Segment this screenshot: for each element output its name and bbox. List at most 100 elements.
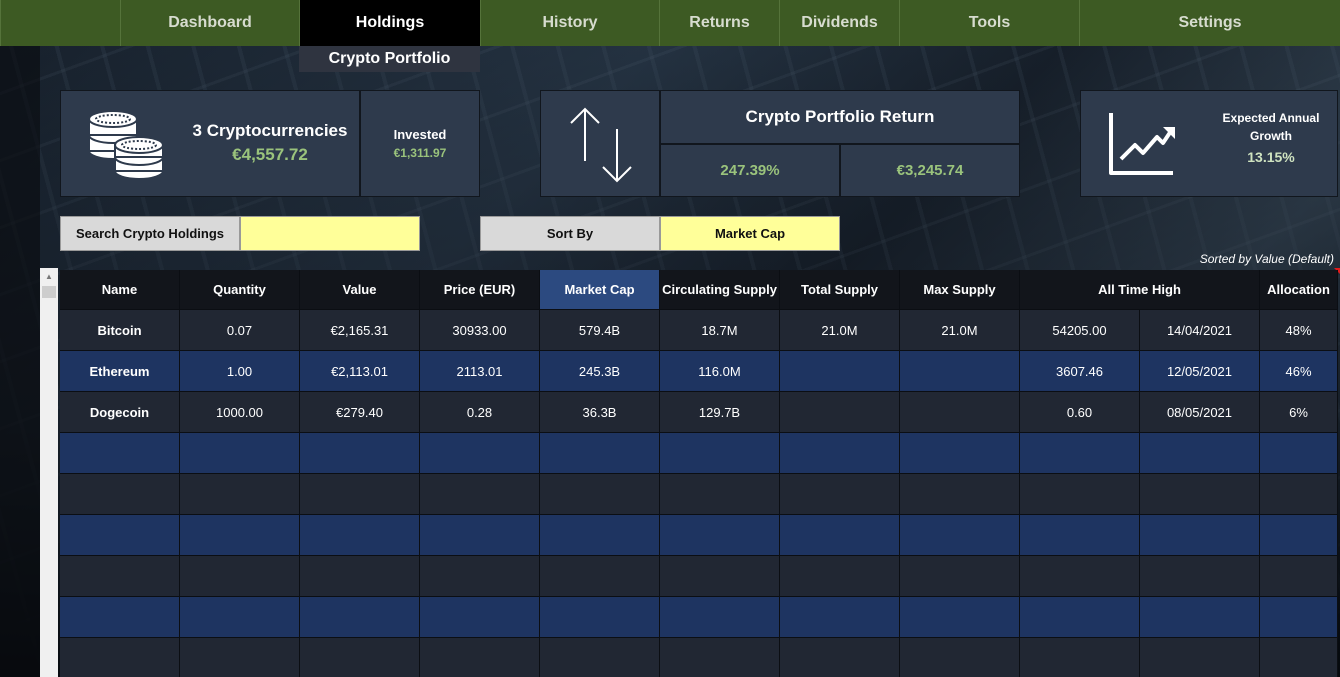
empty-cell[interactable]	[900, 515, 1020, 556]
tab-returns[interactable]: Returns	[659, 0, 779, 46]
empty-cell[interactable]	[780, 474, 900, 515]
scroll-thumb[interactable]	[42, 286, 56, 298]
empty-table-row[interactable]	[60, 638, 1338, 677]
empty-cell[interactable]	[540, 597, 660, 638]
empty-cell[interactable]	[780, 556, 900, 597]
empty-table-row[interactable]	[60, 556, 1338, 597]
empty-cell[interactable]	[540, 638, 660, 677]
empty-cell[interactable]	[660, 638, 780, 677]
empty-cell[interactable]	[1020, 597, 1140, 638]
sort-by-select[interactable]: Market Cap	[660, 216, 840, 251]
empty-cell[interactable]	[300, 515, 420, 556]
empty-cell[interactable]	[300, 474, 420, 515]
empty-cell[interactable]	[1260, 556, 1338, 597]
tab-settings[interactable]: Settings	[1079, 0, 1340, 46]
empty-cell[interactable]	[660, 433, 780, 474]
empty-cell[interactable]	[420, 638, 540, 677]
empty-cell[interactable]	[420, 433, 540, 474]
empty-cell[interactable]	[1260, 638, 1338, 677]
empty-cell[interactable]	[180, 556, 300, 597]
table-row[interactable]: Ethereum 1.00 €2,113.01 2113.01 245.3B 1…	[60, 351, 1338, 392]
empty-cell[interactable]	[1260, 433, 1338, 474]
col-price[interactable]: Price (EUR)	[420, 270, 540, 310]
empty-cell[interactable]	[900, 597, 1020, 638]
empty-cell[interactable]	[780, 638, 900, 677]
table-row[interactable]: Bitcoin 0.07 €2,165.31 30933.00 579.4B 1…	[60, 310, 1338, 351]
empty-cell[interactable]	[1260, 474, 1338, 515]
empty-cell[interactable]	[780, 597, 900, 638]
empty-table-row[interactable]	[60, 597, 1338, 638]
tab-holdings[interactable]: Holdings	[299, 0, 480, 46]
empty-cell[interactable]	[540, 556, 660, 597]
empty-cell[interactable]	[420, 597, 540, 638]
empty-cell[interactable]	[180, 515, 300, 556]
empty-cell[interactable]	[180, 433, 300, 474]
empty-cell[interactable]	[1260, 515, 1338, 556]
col-quantity[interactable]: Quantity	[180, 270, 300, 310]
empty-cell[interactable]	[780, 433, 900, 474]
empty-cell[interactable]	[420, 515, 540, 556]
col-all-time-high[interactable]: All Time High	[1020, 270, 1260, 310]
empty-table-row[interactable]	[60, 474, 1338, 515]
col-name[interactable]: Name	[60, 270, 180, 310]
empty-cell[interactable]	[900, 474, 1020, 515]
vertical-scrollbar[interactable]: ▲	[40, 268, 58, 677]
empty-cell[interactable]	[180, 474, 300, 515]
col-max-supply[interactable]: Max Supply	[900, 270, 1020, 310]
empty-cell[interactable]	[420, 474, 540, 515]
empty-cell[interactable]	[1260, 597, 1338, 638]
col-allocation[interactable]: Allocation	[1260, 270, 1338, 310]
tab-history[interactable]: History	[480, 0, 659, 46]
empty-cell[interactable]	[660, 597, 780, 638]
empty-table-row[interactable]	[60, 515, 1338, 556]
empty-cell[interactable]	[780, 515, 900, 556]
empty-cell[interactable]	[1020, 638, 1140, 677]
col-circulating-supply[interactable]: Circulating Supply	[660, 270, 780, 310]
empty-cell[interactable]	[60, 474, 180, 515]
empty-cell[interactable]	[1140, 433, 1260, 474]
empty-cell[interactable]	[60, 515, 180, 556]
empty-cell[interactable]	[540, 474, 660, 515]
subtab-crypto-portfolio[interactable]: Crypto Portfolio	[299, 46, 480, 72]
tab-dividends[interactable]: Dividends	[779, 0, 899, 46]
empty-cell[interactable]	[60, 556, 180, 597]
empty-cell[interactable]	[1020, 433, 1140, 474]
empty-cell[interactable]	[180, 597, 300, 638]
search-input[interactable]	[240, 216, 420, 251]
empty-cell[interactable]	[60, 433, 180, 474]
empty-cell[interactable]	[60, 597, 180, 638]
empty-cell[interactable]	[420, 556, 540, 597]
scroll-up-icon[interactable]: ▲	[40, 268, 58, 284]
empty-table-row[interactable]	[60, 433, 1338, 474]
empty-cell[interactable]	[660, 556, 780, 597]
empty-cell[interactable]	[660, 515, 780, 556]
sorted-note: Sorted by Value (Default)	[1199, 252, 1334, 266]
empty-cell[interactable]	[900, 556, 1020, 597]
empty-cell[interactable]	[60, 638, 180, 677]
empty-cell[interactable]	[540, 515, 660, 556]
empty-cell[interactable]	[1140, 556, 1260, 597]
empty-cell[interactable]	[900, 433, 1020, 474]
empty-cell[interactable]	[1020, 556, 1140, 597]
empty-cell[interactable]	[900, 638, 1020, 677]
empty-cell[interactable]	[180, 638, 300, 677]
empty-cell[interactable]	[1020, 474, 1140, 515]
col-total-supply[interactable]: Total Supply	[780, 270, 900, 310]
empty-cell[interactable]	[660, 474, 780, 515]
empty-cell[interactable]	[1140, 638, 1260, 677]
empty-cell[interactable]	[300, 556, 420, 597]
col-market-cap[interactable]: Market Cap	[540, 270, 660, 310]
tab-tools[interactable]: Tools	[899, 0, 1079, 46]
empty-cell[interactable]	[1140, 597, 1260, 638]
cell-price: 30933.00	[420, 310, 540, 351]
empty-cell[interactable]	[300, 638, 420, 677]
empty-cell[interactable]	[1020, 515, 1140, 556]
tab-dashboard[interactable]: Dashboard	[120, 0, 299, 46]
empty-cell[interactable]	[300, 433, 420, 474]
empty-cell[interactable]	[540, 433, 660, 474]
empty-cell[interactable]	[1140, 474, 1260, 515]
empty-cell[interactable]	[300, 597, 420, 638]
empty-cell[interactable]	[1140, 515, 1260, 556]
table-row[interactable]: Dogecoin 1000.00 €279.40 0.28 36.3B 129.…	[60, 392, 1338, 433]
col-value[interactable]: Value	[300, 270, 420, 310]
